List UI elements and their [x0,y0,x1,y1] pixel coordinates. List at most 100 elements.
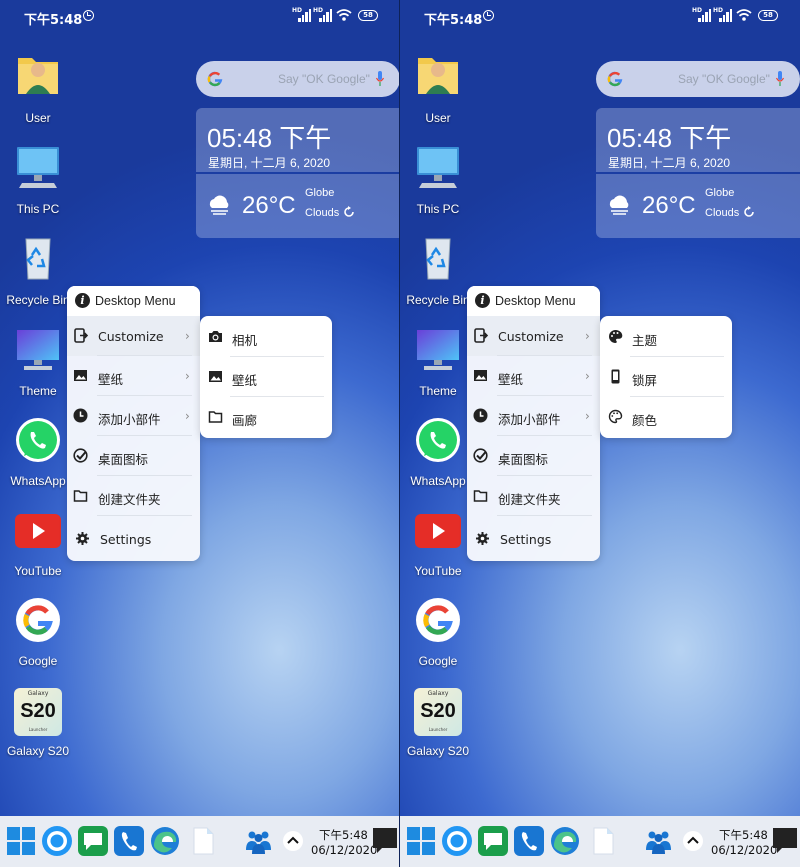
desktop-icon-label: User [425,111,451,125]
menu-item-settings[interactable]: Settings [467,519,600,559]
search-placeholder: Say "OK Google" [678,72,770,86]
clock-time: 05:48 下午 [607,123,732,153]
submenu-item-theme[interactable]: 主题 [600,317,732,357]
menu-item-desktop-icons[interactable]: 桌面图标 [67,436,200,476]
search-placeholder: Say "OK Google" [278,72,370,86]
menu-item-wallpaper[interactable]: 壁纸 › [467,356,600,396]
chevron-right-icon: › [185,369,190,383]
signal-icon: HD [692,7,711,22]
submenu-item-camera[interactable]: 相机 [200,317,332,357]
clock-icon [73,408,88,423]
alarm-icon [483,10,494,21]
badge-main-text: S20 [420,700,456,722]
menu-item-add-widget[interactable]: 添加小部件 › [67,396,200,436]
gear-icon [476,532,489,545]
menu-item-customize[interactable]: Customize › [67,316,200,356]
menu-item-label: Customize [498,329,564,344]
folder-icon [73,490,88,502]
taskbar: 下午5:48 06/12/2020 [0,816,399,867]
menu-item-settings[interactable]: Settings [67,519,200,559]
menu-header: i Desktop Menu [67,286,200,316]
weather-widget[interactable]: 26°C Globe Clouds [596,174,800,238]
cortana-icon[interactable] [442,826,472,856]
submenu-item-label: 锁屏 [632,373,658,388]
check-circle-icon [73,448,88,463]
image-icon [474,370,487,381]
badge-bottom-text: Launcher [428,727,448,732]
clock-time: 05:48 下午 [207,123,332,153]
people-icon[interactable] [244,826,274,856]
messages-icon[interactable] [78,826,108,856]
phone-screen-right: 下午5:48 HD HD 58 User This PC Recycle Bin… [400,0,800,867]
refresh-icon[interactable] [343,206,355,218]
chevron-right-icon: › [585,329,590,343]
clock-icon [473,408,488,423]
whatsapp-icon [16,418,60,462]
chevron-right-icon: › [185,329,190,343]
menu-item-create-folder[interactable]: 创建文件夹 [467,476,600,516]
desktop-icon-label: YouTube [414,564,462,578]
start-windows-icon[interactable] [406,826,436,856]
status-time: 下午5:48 [24,13,83,28]
edge-browser-icon[interactable] [150,826,180,856]
menu-item-label: 创建文件夹 [498,492,561,507]
edge-browser-icon[interactable] [550,826,580,856]
image-icon [209,371,222,382]
desktop-icon-label: Google [418,654,458,668]
cloud-icon [609,195,629,215]
submenu-item-color[interactable]: 颜色 [600,397,732,437]
taskbar-time: 下午5:48 [719,828,768,842]
weather-condition: Clouds [705,207,740,219]
refresh-icon[interactable] [743,206,755,218]
menu-item-label: 壁纸 [98,372,124,387]
galaxy-s20-icon: Galaxy S20 Launcher [414,688,462,736]
google-g-icon [207,71,223,87]
chevron-up-icon[interactable] [283,831,303,851]
cortana-icon[interactable] [42,826,72,856]
menu-item-label: 壁纸 [498,372,524,387]
google-g-icon [607,71,623,87]
signal-icon: HD [313,7,332,22]
menu-item-wallpaper[interactable]: 壁纸 › [67,356,200,396]
mic-icon[interactable] [376,71,384,87]
menu-item-customize[interactable]: Customize › [467,316,600,356]
menu-item-create-folder[interactable]: 创建文件夹 [67,476,200,516]
people-icon[interactable] [644,826,674,856]
file-icon[interactable] [588,826,618,856]
phone-call-icon[interactable] [114,826,144,856]
menu-item-add-widget[interactable]: 添加小部件 › [467,396,600,436]
palette-outline-icon [608,409,623,424]
notification-icon[interactable] [772,826,798,856]
mic-icon[interactable] [776,71,784,87]
menu-item-desktop-icons[interactable]: 桌面图标 [467,436,600,476]
desktop-menu: i Desktop Menu Customize › 壁纸 › 添加小部件 › … [467,286,600,561]
badge-main-text: S20 [20,700,56,722]
phone-call-icon[interactable] [514,826,544,856]
cloud-icon [209,195,229,215]
phone-icon [611,369,620,384]
chevron-up-icon[interactable] [683,831,703,851]
submenu-item-gallery[interactable]: 画廊 [200,397,332,437]
weather-temp: 26°C [642,192,696,219]
battery-icon: 58 [358,10,378,21]
clock-widget[interactable]: 05:48 下午 星期日, 十二月 6, 2020 [196,108,399,172]
submenu-item-wallpaper[interactable]: 壁纸 [200,357,332,397]
taskbar-date: 06/12/2020 [711,843,778,857]
notification-icon[interactable] [372,826,398,856]
computer-icon [417,147,459,188]
user-folder-icon [18,58,58,94]
start-windows-icon[interactable] [6,826,36,856]
taskbar-time: 下午5:48 [319,828,368,842]
alarm-icon [83,10,94,21]
submenu-item-label: 主题 [632,333,658,348]
google-search-bar[interactable]: Say "OK Google" [596,61,800,97]
weather-condition: Clouds [305,207,340,219]
file-icon[interactable] [188,826,218,856]
google-search-bar[interactable]: Say "OK Google" [196,61,399,97]
weather-temp: 26°C [242,192,296,219]
messages-icon[interactable] [478,826,508,856]
weather-widget[interactable]: 26°C Globe Clouds [196,174,399,238]
info-icon: i [75,293,90,308]
clock-widget[interactable]: 05:48 下午 星期日, 十二月 6, 2020 [596,108,800,172]
submenu-item-lockscreen[interactable]: 锁屏 [600,357,732,397]
